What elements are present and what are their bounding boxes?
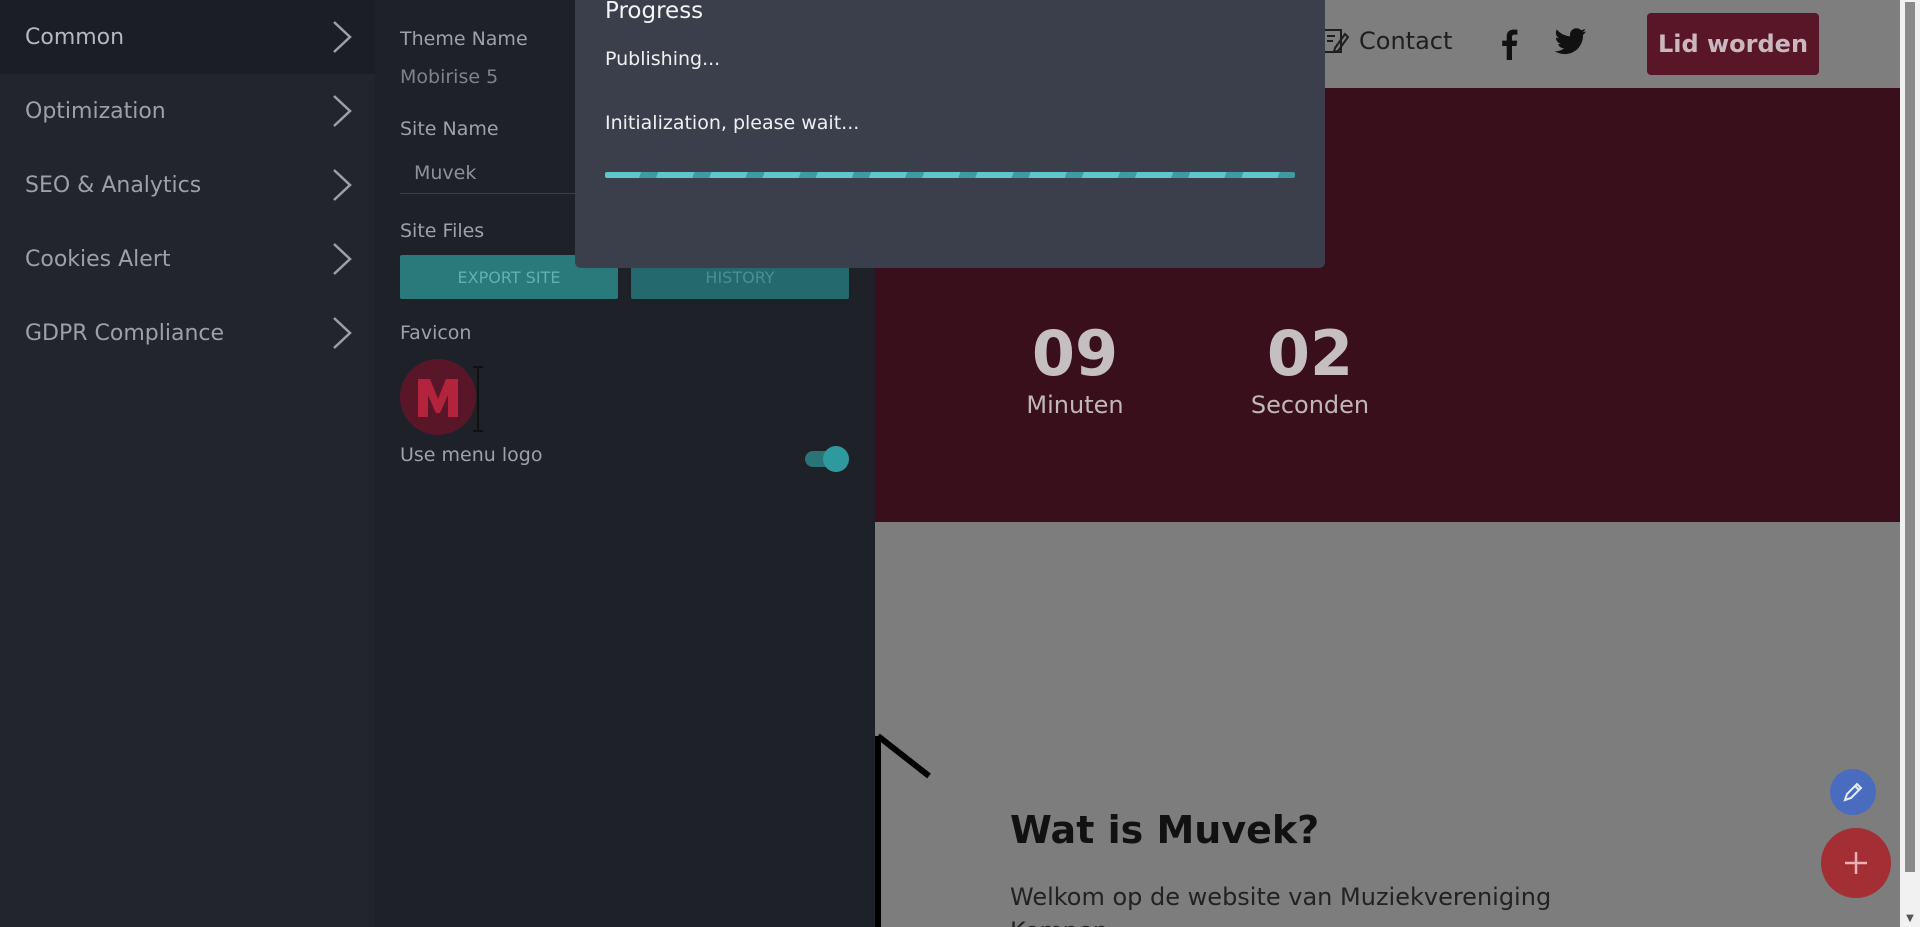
edit-note-icon bbox=[1322, 29, 1349, 54]
theme-name-value: Mobirise 5 bbox=[400, 66, 499, 88]
nav-item-label: Common bbox=[25, 24, 125, 50]
nav-item-gdpr-compliance[interactable]: GDPR Compliance bbox=[0, 296, 375, 370]
nav-item-label: SEO & Analytics bbox=[25, 172, 202, 198]
twitter-icon[interactable] bbox=[1555, 28, 1587, 56]
dialog-message: Initialization, please wait... bbox=[605, 112, 860, 134]
use-menu-logo-toggle[interactable] bbox=[805, 446, 849, 472]
nav-item-label: Optimization bbox=[25, 98, 166, 124]
contact-label: Contact bbox=[1359, 27, 1453, 55]
chevron-right-icon bbox=[333, 95, 352, 127]
favicon-label: Favicon bbox=[400, 322, 472, 344]
facebook-icon[interactable] bbox=[1499, 28, 1519, 60]
nav-item-common[interactable]: Common bbox=[0, 0, 375, 74]
countdown-number: 02 bbox=[1266, 317, 1354, 390]
chevron-right-icon bbox=[333, 169, 352, 201]
use-menu-logo-label: Use menu logo bbox=[400, 444, 543, 466]
add-block-fab-button[interactable] bbox=[1821, 828, 1891, 898]
page-scrollbar[interactable]: ▼ bbox=[1900, 0, 1920, 927]
favicon-image[interactable] bbox=[400, 355, 484, 439]
contact-link[interactable]: Contact bbox=[1321, 26, 1452, 56]
chevron-right-icon bbox=[333, 21, 352, 53]
dialog-status: Publishing... bbox=[605, 48, 721, 70]
progress-dialog: Progress Publishing... Initialization, p… bbox=[575, 0, 1325, 268]
site-files-label: Site Files bbox=[400, 220, 485, 242]
countdown-minutes: 09 Minuten bbox=[1015, 317, 1135, 420]
plus-icon bbox=[1845, 852, 1867, 874]
toggle-knob bbox=[823, 446, 849, 472]
pencil-icon bbox=[1843, 782, 1863, 802]
countdown-unit: Minuten bbox=[1026, 391, 1124, 419]
about-text: Welkom op de website van Muziekverenigin… bbox=[1010, 883, 1552, 927]
scrollbar-thumb[interactable] bbox=[1905, 2, 1915, 872]
nav-item-cookies-alert[interactable]: Cookies Alert bbox=[0, 222, 375, 296]
progress-bar bbox=[605, 172, 1295, 178]
mouse-cursor-icon bbox=[875, 733, 931, 927]
scroll-down-arrow-icon[interactable]: ▼ bbox=[1900, 910, 1920, 927]
site-name-label: Site Name bbox=[400, 118, 499, 140]
nav-item-optimization[interactable]: Optimization bbox=[0, 74, 375, 148]
theme-name-label: Theme Name bbox=[400, 28, 528, 50]
nav-item-seo-analytics[interactable]: SEO & Analytics bbox=[0, 148, 375, 222]
countdown-number: 09 bbox=[1031, 317, 1119, 390]
about-title: Wat is Muvek? bbox=[1010, 808, 1320, 852]
chevron-right-icon bbox=[333, 243, 352, 275]
nav-item-label: Cookies Alert bbox=[25, 246, 171, 272]
lid-worden-button[interactable]: Lid worden bbox=[1647, 13, 1819, 75]
nav-item-label: GDPR Compliance bbox=[25, 320, 225, 346]
dialog-title: Progress bbox=[605, 0, 704, 24]
edit-fab-button[interactable] bbox=[1830, 769, 1876, 815]
chevron-right-icon bbox=[333, 317, 352, 349]
countdown-unit: Seconden bbox=[1250, 391, 1370, 419]
settings-nav: Common Optimization SEO & Analytics Cook… bbox=[0, 0, 375, 927]
countdown-seconds: 02 Seconden bbox=[1245, 317, 1375, 420]
